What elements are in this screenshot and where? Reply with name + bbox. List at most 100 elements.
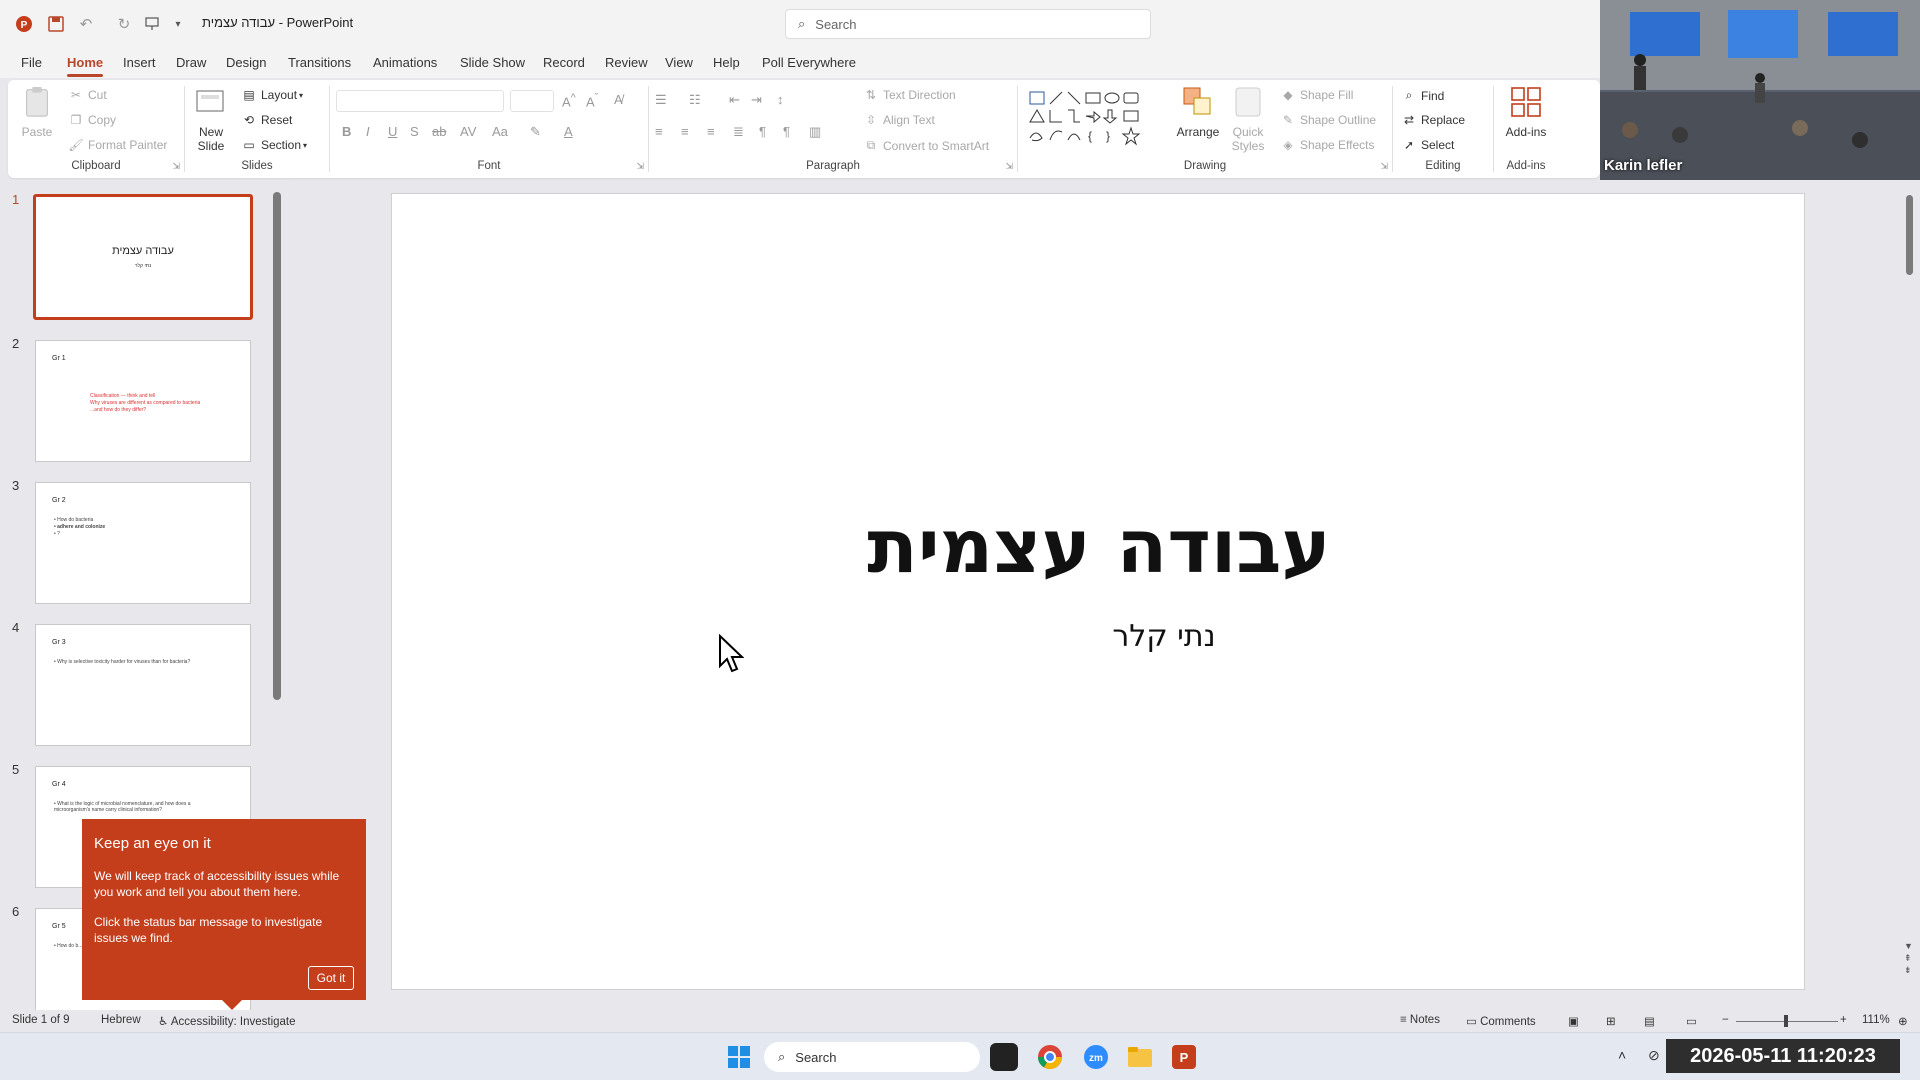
search-input[interactable]: ⌕ Search: [785, 9, 1151, 39]
cut-button[interactable]: ✂ Cut: [68, 88, 107, 102]
strikethrough-icon[interactable]: ab: [432, 124, 446, 139]
undo-icon[interactable]: ↶: [74, 12, 98, 36]
scroll-arrows-icon[interactable]: ▼ ⇞ ⇟: [1904, 940, 1913, 976]
tab-home[interactable]: Home: [67, 55, 104, 77]
tab-review[interactable]: Review: [605, 55, 648, 70]
tab-transitions[interactable]: Transitions: [288, 55, 351, 70]
zoom-level[interactable]: 111%: [1862, 1014, 1890, 1026]
columns-icon[interactable]: ▥: [809, 124, 821, 140]
numbering-icon[interactable]: ☷: [689, 92, 701, 108]
format-painter-button[interactable]: 🖌 Format Painter: [68, 138, 167, 152]
quick-styles-button[interactable]: Quick Styles: [1226, 86, 1270, 153]
italic-icon[interactable]: I: [366, 124, 370, 139]
slide-subtitle[interactable]: נתי קלר: [392, 619, 1806, 654]
file-explorer-icon[interactable]: [1126, 1043, 1154, 1071]
font-size-select[interactable]: [510, 90, 554, 112]
zoom-in-icon[interactable]: +: [1840, 1014, 1847, 1026]
section-button[interactable]: ▭ Section ▾: [241, 138, 307, 152]
increase-indent-icon[interactable]: ⇥: [751, 92, 762, 108]
slide-sorter-icon[interactable]: ⊞: [1606, 1014, 1616, 1028]
highlight-icon[interactable]: ✎: [530, 124, 541, 140]
tab-slide-show[interactable]: Slide Show: [460, 55, 525, 70]
grow-font-icon[interactable]: A^: [562, 92, 576, 109]
underline-icon[interactable]: U: [388, 124, 397, 139]
reset-button[interactable]: ⟲ Reset: [241, 113, 292, 127]
zoom-app-icon[interactable]: zm: [1082, 1043, 1110, 1071]
network-icon[interactable]: ⊘: [1648, 1047, 1660, 1064]
notes-button[interactable]: ≡ Notes: [1400, 1014, 1440, 1026]
slide-thumbnail-1[interactable]: עבודה עצמית נתי קלר: [33, 194, 253, 320]
tab-poll-everywhere[interactable]: Poll Everywhere: [762, 55, 856, 70]
slide-count[interactable]: Slide 1 of 9: [12, 1014, 70, 1026]
shadow-icon[interactable]: S: [410, 124, 419, 139]
layout-button[interactable]: ▤ Layout ▾: [241, 88, 303, 102]
align-center-icon[interactable]: ≡: [681, 124, 689, 139]
find-button[interactable]: ⌕ Find: [1401, 88, 1445, 103]
ltr-icon[interactable]: ¶: [759, 124, 766, 139]
font-color-icon[interactable]: A: [564, 124, 573, 139]
slide-thumbnail-4[interactable]: Gr 3 • Why is selective toxicity harder …: [35, 624, 251, 746]
task-view-icon[interactable]: [990, 1043, 1018, 1071]
chrome-icon[interactable]: [1036, 1043, 1064, 1071]
line-spacing-icon[interactable]: ↕: [777, 92, 784, 107]
shrink-font-icon[interactable]: Aˇ: [586, 92, 598, 109]
zoom-out-icon[interactable]: −: [1722, 1014, 1729, 1026]
tab-design[interactable]: Design: [226, 55, 266, 70]
new-slide-button[interactable]: New Slide: [191, 86, 231, 153]
zoom-slider-thumb[interactable]: [1784, 1015, 1788, 1027]
select-button[interactable]: ➚ Select: [1401, 138, 1454, 152]
copy-button[interactable]: ❐ Copy: [68, 113, 116, 127]
dialog-launcher-icon[interactable]: ⇲: [1380, 161, 1388, 172]
align-text-button[interactable]: ⇳ Align Text: [863, 113, 935, 127]
tab-view[interactable]: View: [665, 55, 693, 70]
slide-thumbnail-2[interactable]: Gr 1 Classification — think and tell Why…: [35, 340, 251, 462]
windows-start-icon[interactable]: [727, 1045, 751, 1069]
arrange-button[interactable]: Arrange: [1176, 86, 1220, 139]
align-right-icon[interactable]: ≡: [707, 124, 715, 139]
bold-icon[interactable]: B: [342, 124, 351, 139]
present-icon[interactable]: [140, 12, 164, 36]
comments-button[interactable]: ▭ Comments: [1466, 1014, 1536, 1028]
tab-animations[interactable]: Animations: [373, 55, 437, 70]
tab-draw[interactable]: Draw: [176, 55, 206, 70]
normal-view-icon[interactable]: ▣: [1568, 1014, 1579, 1028]
got-it-button[interactable]: Got it: [308, 966, 354, 990]
rtl-icon[interactable]: ¶: [783, 124, 790, 139]
fit-to-window-icon[interactable]: ⊕: [1898, 1014, 1908, 1028]
slide-canvas[interactable]: עבודה עצמית נתי קלר: [391, 193, 1805, 990]
clear-formatting-icon[interactable]: A̸: [614, 92, 623, 107]
shape-outline-button[interactable]: ✎ Shape Outline: [1280, 113, 1376, 127]
slideshow-view-icon[interactable]: ▭: [1686, 1014, 1697, 1028]
dialog-launcher-icon[interactable]: ⇲: [172, 161, 180, 172]
shape-effects-button[interactable]: ◈ Shape Effects: [1280, 138, 1374, 152]
powerpoint-taskbar-icon[interactable]: P: [1170, 1043, 1198, 1071]
paste-button[interactable]: Paste: [20, 86, 54, 139]
dialog-launcher-icon[interactable]: ⇲: [636, 161, 644, 172]
text-direction-button[interactable]: ⇅ Text Direction: [863, 88, 956, 102]
convert-smartart-button[interactable]: ⧉ Convert to SmartArt: [863, 138, 989, 153]
font-family-select[interactable]: [336, 90, 504, 112]
save-icon[interactable]: [44, 12, 68, 36]
align-left-icon[interactable]: ≡: [655, 124, 663, 139]
shape-fill-button[interactable]: ◆ Shape Fill: [1280, 88, 1353, 102]
tab-record[interactable]: Record: [543, 55, 585, 70]
slide-thumbnail-3[interactable]: Gr 2 • How do bacteria • adhere and colo…: [35, 482, 251, 604]
slide-scrollbar[interactable]: [1906, 195, 1913, 275]
tab-help[interactable]: Help: [713, 55, 740, 70]
change-case-icon[interactable]: Aa: [492, 124, 508, 139]
addins-button[interactable]: Add-ins: [1500, 86, 1552, 139]
dialog-launcher-icon[interactable]: ⇲: [1005, 161, 1013, 172]
justify-icon[interactable]: ≣: [733, 124, 744, 140]
taskbar-search[interactable]: ⌕ Search: [764, 1042, 980, 1072]
replace-button[interactable]: ⇄ Replace: [1401, 113, 1465, 127]
bullets-icon[interactable]: ☰: [655, 92, 667, 108]
accessibility-status[interactable]: ♿︎ Accessibility: Investigate: [158, 1014, 296, 1028]
character-spacing-icon[interactable]: AV: [460, 124, 476, 139]
redo-icon[interactable]: ↻: [112, 12, 136, 36]
shapes-gallery-icon[interactable]: {}: [1028, 90, 1168, 148]
tab-insert[interactable]: Insert: [123, 55, 156, 70]
decrease-indent-icon[interactable]: ⇤: [729, 92, 740, 108]
chevron-up-icon[interactable]: ˄: [1618, 1047, 1626, 1063]
reading-view-icon[interactable]: ▤: [1644, 1014, 1655, 1028]
slide-title[interactable]: עבודה עצמית: [392, 504, 1806, 590]
